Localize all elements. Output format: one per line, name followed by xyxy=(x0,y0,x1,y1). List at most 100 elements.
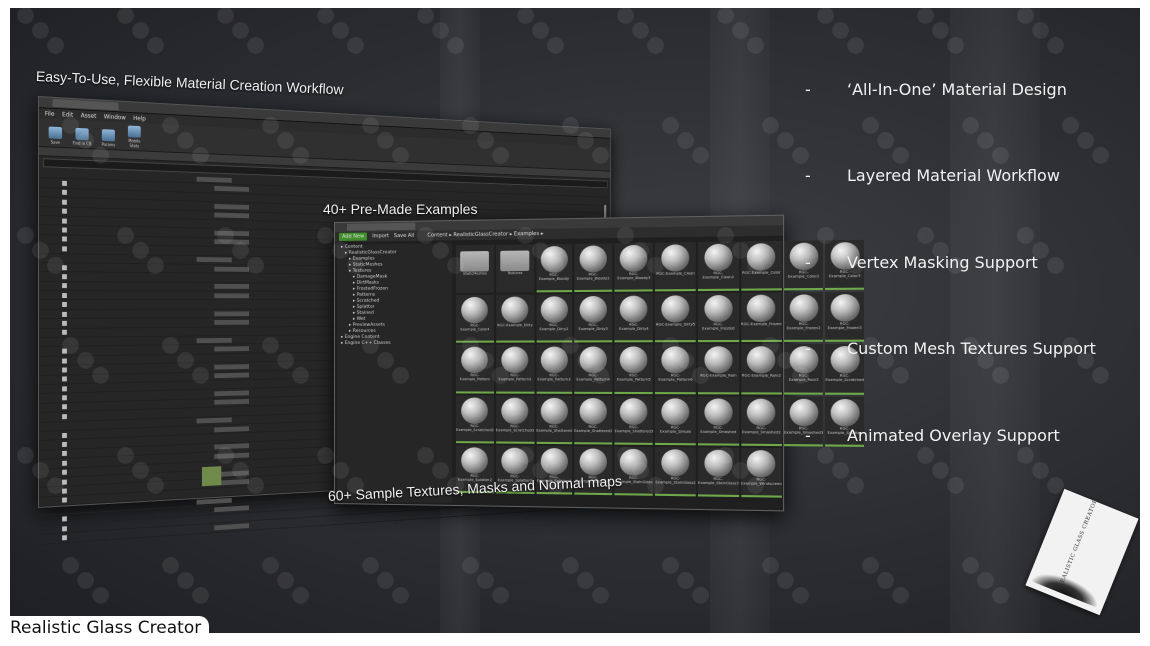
property-checkbox[interactable] xyxy=(62,200,67,205)
asset-tile[interactable]: RGC-Example_Bloody2 xyxy=(574,243,612,292)
property-value-field[interactable] xyxy=(214,284,249,289)
material-sphere-icon xyxy=(540,397,567,424)
content-browser-tab[interactable] xyxy=(347,223,415,231)
asset-tile[interactable]: RGC-Example_Smashed xyxy=(698,396,739,446)
menu-file[interactable]: File xyxy=(45,110,55,117)
property-checkbox[interactable] xyxy=(62,321,67,326)
property-label xyxy=(51,174,181,179)
property-checkbox[interactable] xyxy=(62,274,67,279)
asset-label: RGC-Example_Smashed xyxy=(698,425,739,434)
property-value-field[interactable] xyxy=(214,346,249,351)
property-checkbox[interactable] xyxy=(62,377,67,382)
asset-label: RGC-Example_Shattered xyxy=(536,424,572,432)
asset-tile[interactable]: RGC-Example_Dirty4 xyxy=(614,294,653,343)
property-checkbox[interactable] xyxy=(62,386,67,391)
property-checkbox[interactable] xyxy=(62,311,67,316)
property-checkbox[interactable] xyxy=(62,535,67,540)
property-checkbox[interactable] xyxy=(62,461,67,466)
asset-tile[interactable]: RGC-Example_Scratched3 xyxy=(496,395,534,443)
property-value-field[interactable] xyxy=(214,293,249,298)
property-label xyxy=(70,202,199,206)
texture-thumbnail[interactable] xyxy=(202,466,221,486)
property-checkbox[interactable] xyxy=(62,218,67,223)
material-sphere-icon xyxy=(462,297,489,324)
property-checkbox[interactable] xyxy=(62,451,67,456)
property-value-field[interactable] xyxy=(197,338,232,343)
property-value-field[interactable] xyxy=(214,320,249,325)
asset-tile[interactable]: RGC-Example_Frozen3 xyxy=(825,292,864,342)
property-value-field[interactable] xyxy=(214,391,249,397)
property-label xyxy=(70,403,199,407)
feature-item: -Custom Mesh Textures Support xyxy=(805,339,1096,358)
property-checkbox[interactable] xyxy=(62,414,67,419)
import-button[interactable]: Import xyxy=(372,233,389,239)
property-checkbox[interactable] xyxy=(62,526,67,531)
asset-tile[interactable]: RGC-Example_Simple xyxy=(655,396,695,445)
property-checkbox[interactable] xyxy=(62,190,67,195)
asset-label: RGC-Example_Scratched3 xyxy=(496,424,534,432)
watermark-mark: ●●● xyxy=(255,549,318,612)
asset-tile[interactable]: RGC-Example_Frozen2 xyxy=(784,292,823,342)
property-value-field[interactable] xyxy=(197,176,232,182)
asset-tile[interactable]: RGC-Example_Scratched2 xyxy=(456,395,494,443)
property-checkbox[interactable] xyxy=(62,181,67,186)
property-checkbox[interactable] xyxy=(62,516,67,521)
property-checkbox[interactable] xyxy=(62,405,67,410)
property-value-field[interactable] xyxy=(214,399,249,405)
property-value-field[interactable] xyxy=(214,523,249,530)
property-checkbox[interactable] xyxy=(62,358,67,363)
property-label xyxy=(70,394,199,397)
property-checkbox[interactable] xyxy=(62,228,67,233)
property-checkbox[interactable] xyxy=(62,395,67,400)
property-value-field[interactable] xyxy=(214,213,249,219)
property-checkbox[interactable] xyxy=(62,498,67,503)
asset-tile[interactable]: RGC-Example_Shattered2 xyxy=(574,395,612,444)
asset-tile[interactable]: RGC-Example_Pattern5 xyxy=(614,345,653,394)
property-value-field[interactable] xyxy=(214,364,249,369)
property-value-field[interactable] xyxy=(197,498,232,505)
background-pillar xyxy=(950,8,1040,633)
property-value-field[interactable] xyxy=(214,311,249,316)
property-checkbox[interactable] xyxy=(62,209,67,214)
property-value-field[interactable] xyxy=(214,186,249,192)
mobile-stats-button[interactable]: Mobile Stats xyxy=(124,125,144,148)
menu-window[interactable]: Window xyxy=(104,113,126,121)
menu-help[interactable]: Help xyxy=(133,115,146,122)
property-value-field[interactable] xyxy=(214,426,249,432)
asset-tile[interactable]: RGC-Example_Smashed2 xyxy=(741,396,782,446)
material-sphere-icon xyxy=(620,347,648,374)
watermark-mark: ●●● xyxy=(655,549,718,612)
property-checkbox[interactable] xyxy=(62,433,67,438)
asset-tile[interactable]: RGC-Example_Dirty xyxy=(496,295,534,343)
property-checkbox[interactable] xyxy=(62,246,67,251)
property-checkbox[interactable] xyxy=(62,293,67,298)
asset-label: RGC-Example_Smashed2 xyxy=(741,425,782,434)
property-label xyxy=(70,430,199,435)
watermark-mark: ●●● xyxy=(10,8,73,62)
property-label xyxy=(70,385,199,388)
property-label xyxy=(70,439,199,444)
property-value-field[interactable] xyxy=(214,506,249,513)
material-sphere-icon xyxy=(662,449,690,476)
property-checkbox[interactable] xyxy=(62,367,67,372)
property-value-field[interactable] xyxy=(214,373,249,378)
property-checkbox[interactable] xyxy=(62,442,67,447)
asset-label: RGC-Example_Shattered3 xyxy=(614,425,653,434)
watermark-mark: ●●● xyxy=(55,549,118,612)
property-value-field[interactable] xyxy=(197,418,232,424)
tree-item[interactable]: ▸ Engine C++ Classes xyxy=(337,341,452,347)
property-value-field[interactable] xyxy=(214,204,249,210)
property-value-field[interactable] xyxy=(197,257,232,262)
property-checkbox[interactable] xyxy=(62,302,67,307)
asset-tile[interactable]: RGC-Example_Shattered xyxy=(536,395,572,444)
product-name-label: Realistic Glass Creator xyxy=(0,616,209,646)
watermark-mark: ●●● xyxy=(810,439,873,502)
asset-tile[interactable]: RGC-Example_Frosted xyxy=(698,293,739,343)
watermark-mark: ●●● xyxy=(610,8,673,62)
asset-label: StaticMeshes xyxy=(463,271,487,275)
property-label xyxy=(70,212,199,215)
property-checkbox[interactable] xyxy=(62,283,67,288)
material-sphere-icon xyxy=(579,448,606,475)
property-checkbox[interactable] xyxy=(62,237,67,242)
asset-tile[interactable]: RGC-Example_Shattered3 xyxy=(614,396,653,445)
